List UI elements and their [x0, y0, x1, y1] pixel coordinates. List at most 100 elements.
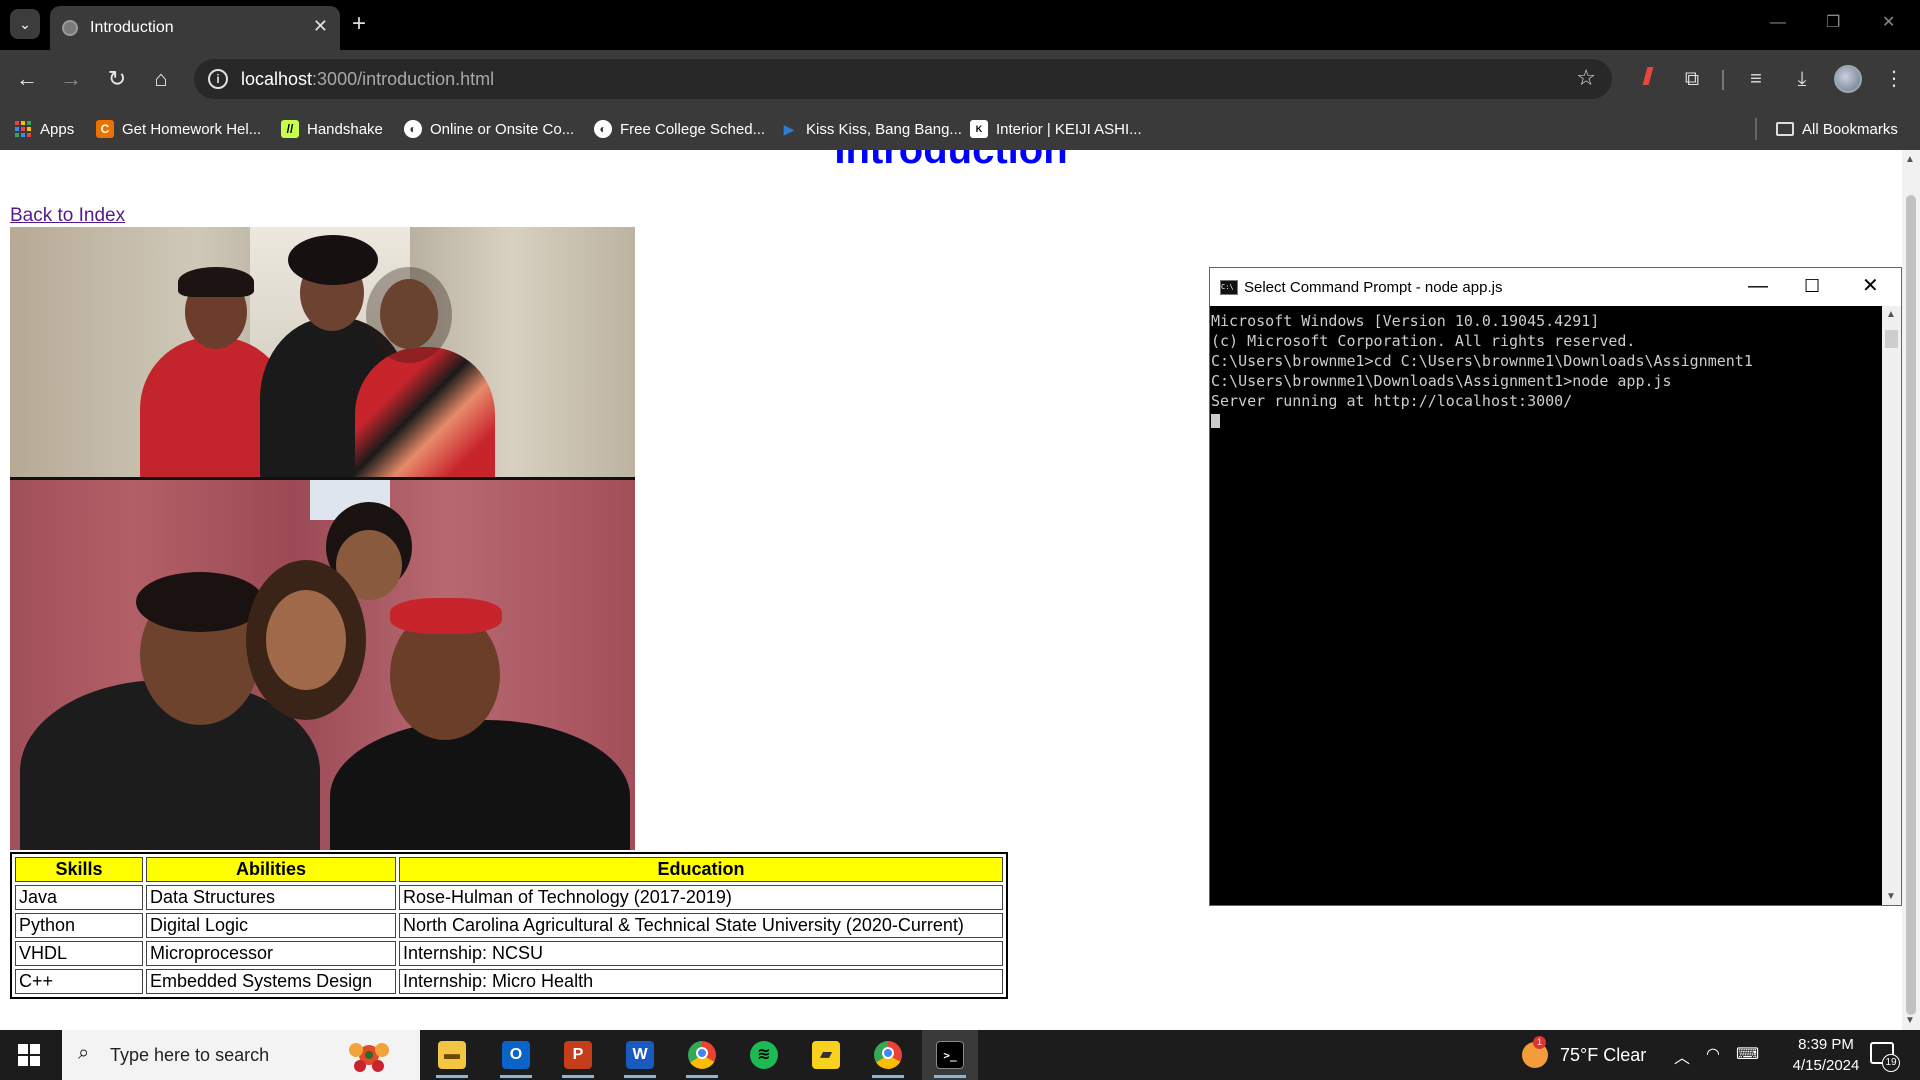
bookmark-chegg[interactable]: C Get Homework Hel... [96, 118, 261, 140]
bookmark-keiji[interactable]: K Interior | KEIJI ASHI... [970, 118, 1142, 140]
taskbar-powerpoint[interactable]: P [550, 1030, 606, 1080]
column-header-skills: Skills [15, 857, 143, 882]
taskbar-search-placeholder: Type here to search [110, 1045, 270, 1065]
chrome-icon [874, 1041, 902, 1069]
cmd-app-icon: C:\ [1220, 280, 1238, 295]
skills-table: Skills Abilities Education Java Data Str… [10, 852, 1008, 999]
taskbar-sticky-notes[interactable]: ▰ [798, 1030, 854, 1080]
spotify-icon: ≋ [750, 1041, 778, 1069]
bookmark-kiss-kiss[interactable]: ▶ Kiss Kiss, Bang Bang... [780, 118, 962, 140]
handshake-icon: // [281, 120, 299, 138]
cmd-console-output[interactable]: Microsoft Windows [Version 10.0.19045.42… [1210, 306, 1882, 905]
skill-cell: VHDL [15, 941, 143, 966]
globe-icon: ◐ [594, 120, 612, 138]
skill-cell: Java [15, 885, 143, 910]
all-bookmarks-label: All Bookmarks [1802, 120, 1898, 138]
cmd-close-button[interactable]: ✕ [1862, 274, 1879, 298]
scroll-up-arrow-icon[interactable]: ▲ [1905, 154, 1915, 165]
console-line: Microsoft Windows [Version 10.0.19045.42… [1211, 312, 1600, 330]
bookmark-label: Get Homework Hel... [122, 120, 262, 138]
taskbar-spotify[interactable]: ≋ [736, 1030, 792, 1080]
windows-taskbar: ⌕ Type here to search ▬ O P W ≋ ▰ >_ 1 7 [0, 1030, 1920, 1080]
reload-icon[interactable]: ↻ [100, 62, 134, 96]
download-icon[interactable]: ⤓ [1786, 63, 1818, 95]
url-host: localhost:3000/introduction.html [241, 69, 495, 89]
clock-date[interactable]: 4/15/2024 [1776, 1057, 1876, 1074]
wifi-icon[interactable]: ◠ [1706, 1044, 1720, 1064]
close-tab-icon[interactable]: ✕ [313, 16, 328, 36]
scroll-down-arrow-icon[interactable]: ▼ [1905, 1015, 1915, 1026]
bookmarks-bar: Apps C Get Homework Hel... // Handshake … [0, 108, 1920, 150]
toolbar-divider [1722, 70, 1724, 90]
back-arrow-icon[interactable]: ← [10, 62, 44, 96]
command-prompt-window[interactable]: C:\ Select Command Prompt - node app.js … [1209, 267, 1902, 906]
weather-text[interactable]: 75°F Clear [1560, 1045, 1646, 1066]
skill-cell: C++ [15, 969, 143, 994]
media-controls-icon[interactable]: ≡ [1740, 63, 1772, 95]
address-bar[interactable]: i localhost:3000/introduction.html ☆ [194, 59, 1612, 99]
tab-introduction[interactable]: Introduction ✕ [50, 6, 340, 50]
page-scrollbar[interactable]: ▲ ▼ [1902, 150, 1920, 1030]
ability-cell: Embedded Systems Design [146, 969, 396, 994]
search-highlight-flower-icon [349, 1043, 389, 1072]
bookmark-online-onsite[interactable]: ◐ Online or Onsite Co... [404, 118, 574, 140]
table-row: Java Data Structures Rose-Hulman of Tech… [15, 885, 1003, 910]
keyboard-icon[interactable]: ⌨ [1736, 1044, 1759, 1064]
search-icon: ⌕ [78, 1042, 90, 1064]
forward-arrow-icon[interactable]: → [54, 62, 88, 96]
family-photo-2 [10, 480, 635, 850]
taskbar-file-explorer[interactable]: ▬ [424, 1030, 480, 1080]
chevron-up-icon[interactable]: ︿ [1674, 1044, 1690, 1068]
all-bookmarks-button[interactable]: All Bookmarks [1776, 118, 1898, 140]
education-cell: Internship: Micro Health [399, 969, 1003, 994]
extensions-puzzle-icon[interactable]: ⧉ [1676, 63, 1708, 95]
home-icon[interactable]: ⌂ [144, 62, 178, 96]
tab-search-button[interactable]: ⌄ [10, 9, 40, 39]
cmd-title-bar[interactable]: C:\ Select Command Prompt - node app.js … [1210, 268, 1901, 306]
cmd-scrollbar[interactable]: ▲ ▼ [1882, 306, 1901, 905]
bookmark-free-college[interactable]: ◐ Free College Sched... [594, 118, 765, 140]
menu-kebab-icon[interactable]: ⋮ [1878, 63, 1910, 95]
new-tab-button[interactable]: + [352, 10, 366, 38]
taskbar-search-box[interactable]: ⌕ Type here to search [62, 1030, 420, 1080]
restore-window-button[interactable]: ❐ [1826, 12, 1840, 34]
cmd-minimize-button[interactable]: — [1748, 274, 1768, 298]
file-explorer-icon: ▬ [438, 1041, 466, 1069]
browser-tab-strip: ⌄ Introduction ✕ + — ❐ ✕ [0, 0, 1920, 50]
taskbar-chrome-profile[interactable] [860, 1030, 916, 1080]
back-to-index-link[interactable]: Back to Index [10, 205, 125, 227]
bookmark-label: Online or Onsite Co... [430, 120, 575, 138]
extension-icon[interactable] [1632, 63, 1664, 95]
cmd-scroll-thumb[interactable] [1885, 330, 1898, 348]
table-header-row: Skills Abilities Education [15, 857, 1003, 882]
tab-title: Introduction [90, 19, 174, 36]
console-line: (c) Microsoft Corporation. All rights re… [1211, 332, 1636, 350]
folder-icon [1776, 122, 1794, 136]
taskbar-word[interactable]: W [612, 1030, 668, 1080]
skill-cell: Python [15, 913, 143, 938]
play-icon: ▶ [783, 121, 795, 137]
console-line: Server running at http://localhost:3000/ [1211, 392, 1573, 410]
close-window-button[interactable]: ✕ [1882, 12, 1895, 34]
cmd-scroll-down-icon[interactable]: ▼ [1886, 891, 1896, 902]
sticky-notes-icon: ▰ [812, 1041, 840, 1069]
minimize-window-button[interactable]: — [1770, 12, 1786, 34]
table-row: Python Digital Logic North Carolina Agri… [15, 913, 1003, 938]
taskbar-chrome[interactable] [674, 1030, 730, 1080]
bookmark-handshake[interactable]: // Handshake [281, 118, 383, 140]
chrome-icon [688, 1041, 716, 1069]
page-title: Introduction [834, 150, 1068, 172]
taskbar-outlook[interactable]: O [488, 1030, 544, 1080]
column-header-education: Education [399, 857, 1003, 882]
cmd-maximize-button[interactable]: ☐ [1804, 274, 1820, 298]
profile-avatar[interactable] [1834, 65, 1862, 93]
bookmark-apps[interactable]: Apps [14, 118, 74, 140]
taskbar-command-prompt[interactable]: >_ [922, 1030, 978, 1080]
bookmark-star-icon[interactable]: ☆ [1576, 65, 1596, 91]
page-scroll-thumb[interactable] [1906, 195, 1916, 1015]
cmd-scroll-up-icon[interactable]: ▲ [1886, 309, 1896, 320]
clock-time[interactable]: 8:39 PM [1786, 1036, 1866, 1053]
windows-start-icon[interactable] [18, 1044, 40, 1066]
site-info-icon[interactable]: i [208, 69, 228, 89]
ability-cell: Digital Logic [146, 913, 396, 938]
